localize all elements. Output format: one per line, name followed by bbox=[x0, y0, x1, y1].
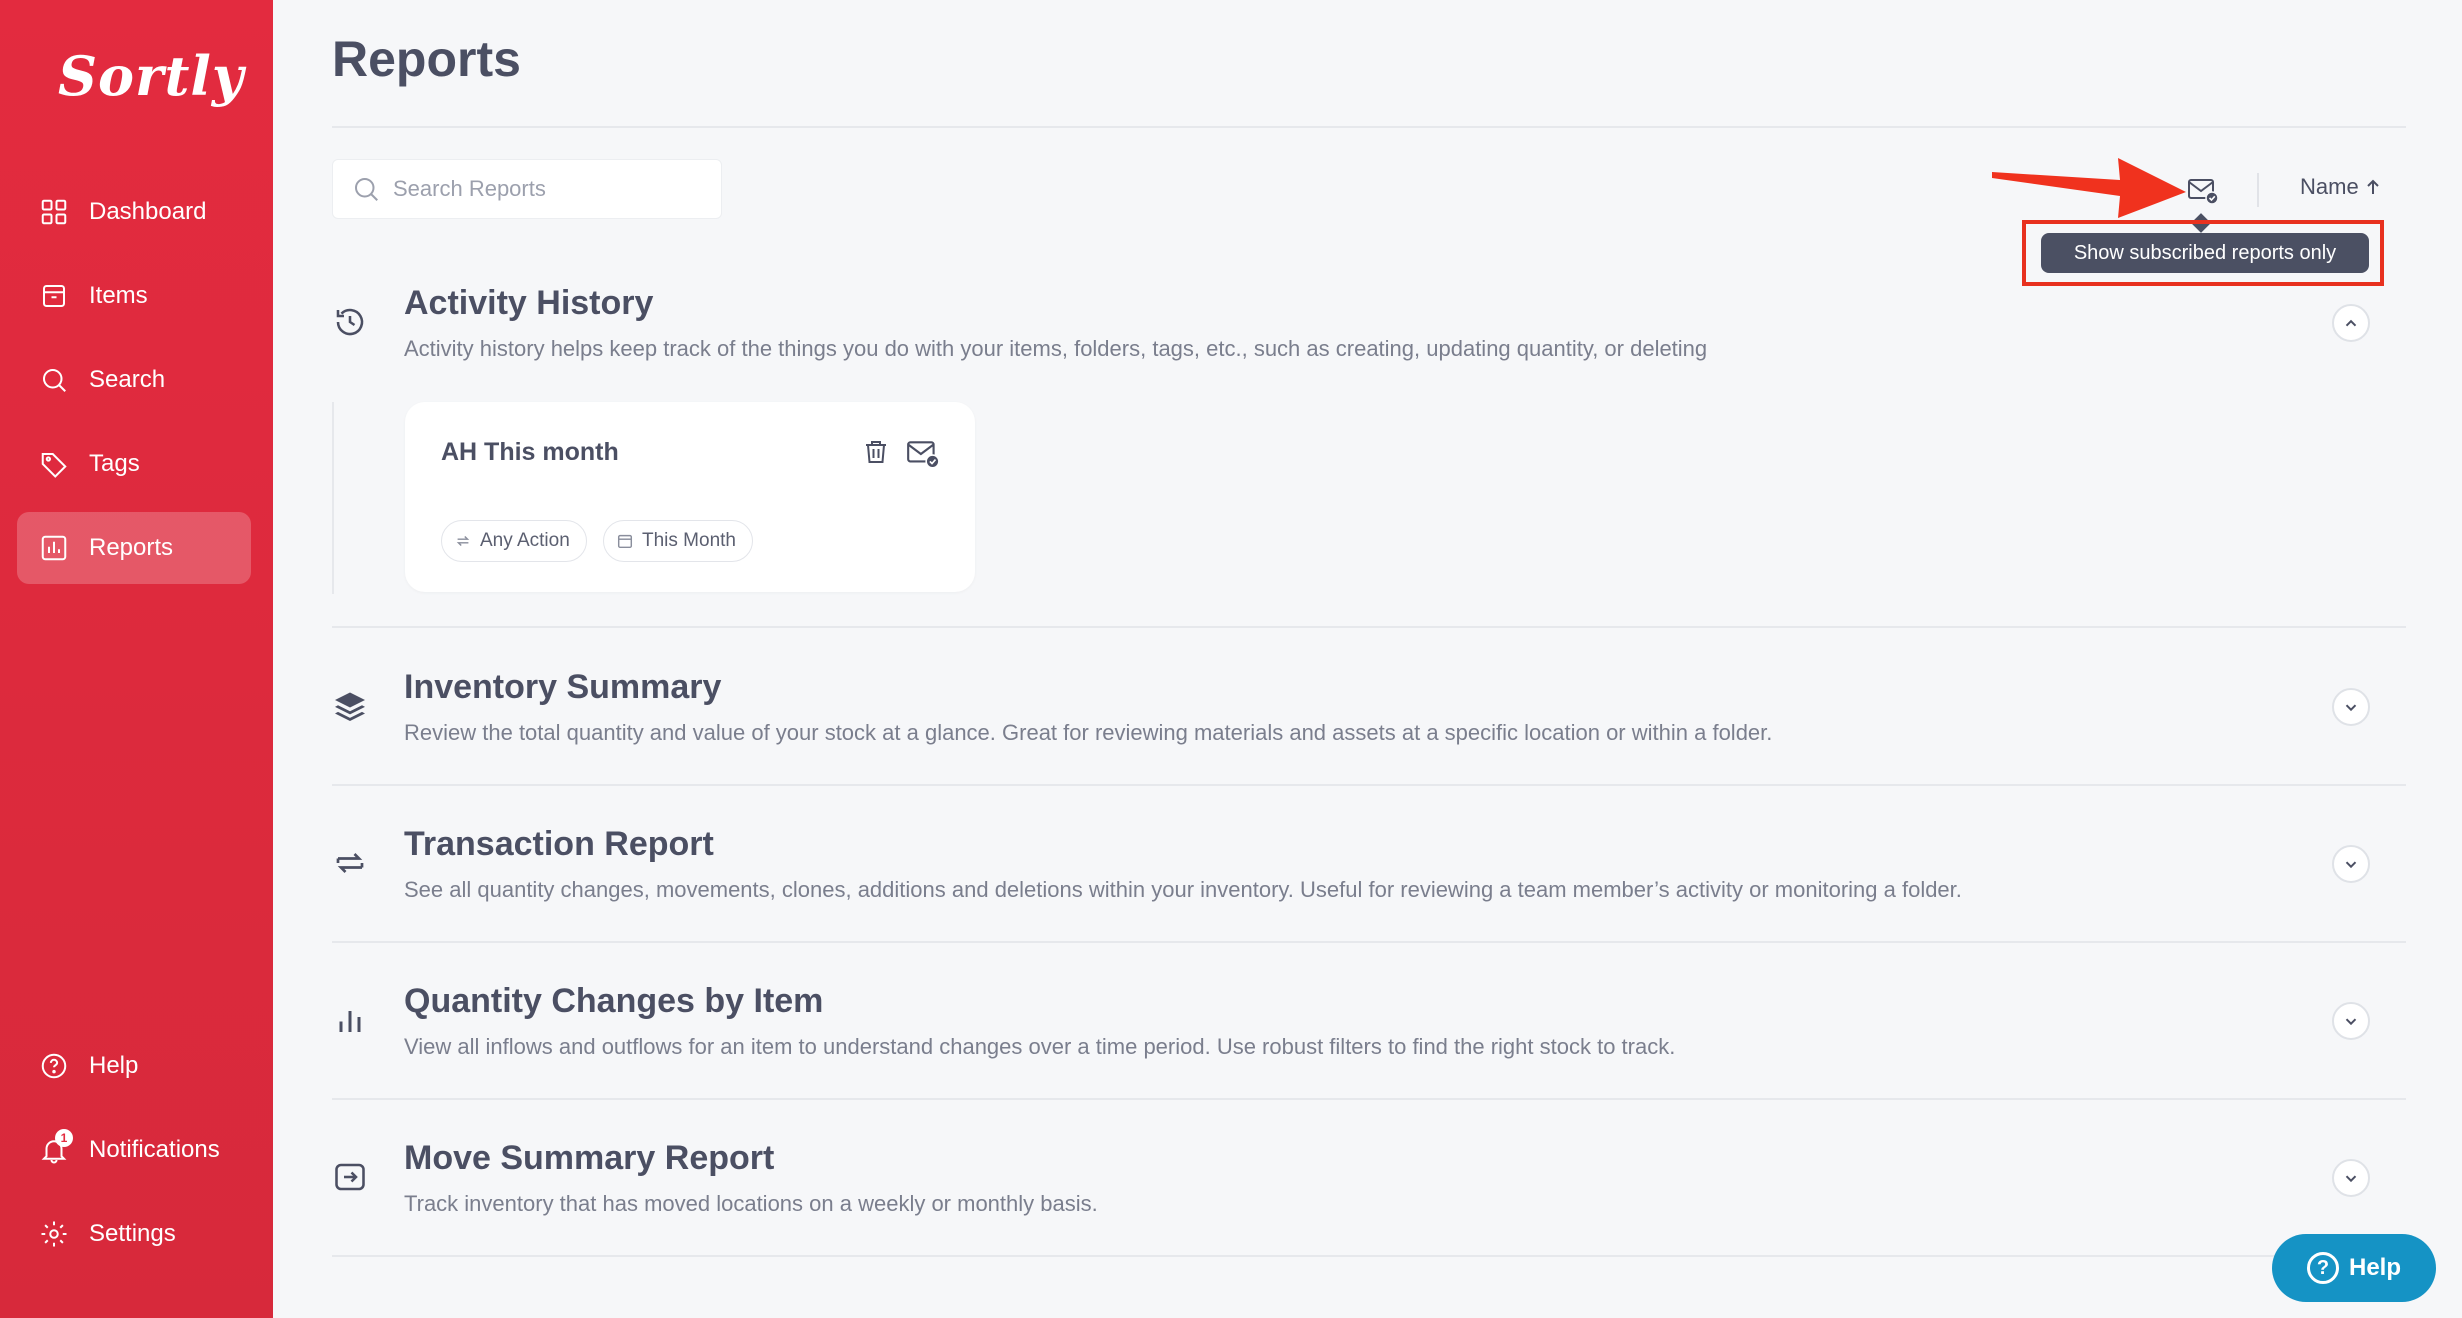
chip-label: Any Action bbox=[480, 530, 570, 551]
section-title: Transaction Report bbox=[404, 825, 714, 863]
items-icon bbox=[37, 279, 71, 313]
sidebar-item-label: Dashboard bbox=[89, 198, 207, 225]
sidebar-item-label: Reports bbox=[89, 534, 174, 561]
chevron-down-icon bbox=[2345, 1175, 2357, 1183]
sidebar-item-search[interactable]: Search bbox=[17, 344, 251, 416]
sidebar-item-items[interactable]: Items bbox=[17, 260, 251, 332]
search-icon bbox=[355, 178, 378, 201]
layers-icon bbox=[332, 688, 372, 728]
chip-label: This Month bbox=[642, 530, 736, 551]
sidebar-item-label: Settings bbox=[89, 1220, 176, 1247]
expand-button[interactable] bbox=[2332, 845, 2370, 883]
dashboard-icon bbox=[37, 195, 71, 229]
sidebar-item-label: Help bbox=[89, 1052, 139, 1079]
question-icon: ? bbox=[2306, 1252, 2339, 1284]
repeat-icon bbox=[456, 535, 470, 547]
sortly-logo[interactable]: Sortly bbox=[58, 44, 244, 108]
gear-icon bbox=[37, 1217, 71, 1251]
section-description: See all quantity changes, movements, clo… bbox=[404, 877, 1962, 902]
section-title: Inventory Summary bbox=[404, 668, 722, 706]
bar-chart-icon bbox=[332, 1002, 372, 1042]
section-description: Activity history helps keep track of the… bbox=[404, 336, 1708, 361]
search-icon bbox=[37, 363, 71, 397]
trash-icon[interactable] bbox=[860, 436, 892, 468]
sidebar-item-label: Notifications bbox=[89, 1136, 220, 1163]
annotation-highlight-box: Show subscribed reports only bbox=[2022, 220, 2384, 286]
section-divider bbox=[332, 1255, 2406, 1257]
sidebar-item-settings[interactable]: Settings bbox=[17, 1198, 251, 1270]
sidebar-item-help[interactable]: Help bbox=[17, 1030, 251, 1102]
section-guide-line bbox=[332, 402, 334, 594]
sort-by-name-button[interactable]: Name bbox=[2300, 174, 2383, 200]
search-input[interactable] bbox=[393, 176, 693, 202]
sidebar-item-tags[interactable]: Tags bbox=[17, 428, 251, 500]
section-divider bbox=[332, 626, 2406, 628]
chevron-down-icon bbox=[2345, 861, 2357, 869]
section-title: Activity History bbox=[404, 284, 654, 322]
section-divider bbox=[332, 1098, 2406, 1100]
history-icon bbox=[332, 304, 372, 344]
chevron-up-icon bbox=[2345, 319, 2357, 327]
subscribed-filter-button[interactable] bbox=[2186, 174, 2220, 208]
sidebar-item-dashboard[interactable]: Dashboard bbox=[17, 176, 251, 248]
sidebar-item-reports[interactable]: Reports bbox=[17, 512, 251, 584]
sidebar-item-notifications[interactable]: 1 Notifications bbox=[17, 1114, 251, 1186]
calendar-icon bbox=[617, 534, 633, 549]
reports-icon bbox=[37, 531, 71, 565]
report-title: AH This month bbox=[441, 438, 619, 466]
sidebar-item-label: Items bbox=[89, 282, 148, 309]
filter-chip-action: Any Action bbox=[441, 520, 587, 562]
search-box bbox=[332, 159, 722, 219]
sidebar-item-label: Tags bbox=[89, 450, 140, 477]
section-description: Review the total quantity and value of y… bbox=[404, 720, 1773, 745]
arrow-up-icon bbox=[2366, 179, 2379, 194]
help-widget-button[interactable]: ? Help bbox=[2272, 1234, 2436, 1302]
page-title: Reports bbox=[332, 31, 521, 87]
sidebar: Sortly Dashboard Items Search Tags Repor… bbox=[0, 0, 273, 1318]
subscribe-mail-icon[interactable] bbox=[905, 436, 941, 472]
collapse-button[interactable] bbox=[2332, 304, 2370, 342]
section-divider bbox=[332, 941, 2406, 943]
sidebar-item-label: Search bbox=[89, 366, 166, 393]
section-divider bbox=[332, 784, 2406, 786]
tag-icon bbox=[37, 447, 71, 481]
sort-label: Name bbox=[2300, 174, 2359, 199]
section-title: Move Summary Report bbox=[404, 1139, 775, 1177]
chevron-down-icon bbox=[2345, 1018, 2357, 1026]
title-divider bbox=[332, 126, 2406, 128]
chevron-down-icon bbox=[2345, 704, 2357, 712]
help-icon bbox=[37, 1049, 71, 1083]
annotation-arrow bbox=[1992, 158, 2186, 218]
expand-button[interactable] bbox=[2332, 1002, 2370, 1040]
section-description: View all inflows and outflows for an ite… bbox=[404, 1034, 1676, 1059]
move-folder-icon bbox=[332, 1159, 372, 1199]
filter-chip-date: This Month bbox=[603, 520, 753, 562]
report-card[interactable]: AH This month Any Action This Month bbox=[405, 402, 975, 592]
toolbar-separator bbox=[2257, 173, 2259, 207]
mail-check-icon bbox=[2188, 179, 2219, 205]
expand-button[interactable] bbox=[2332, 688, 2370, 726]
expand-button[interactable] bbox=[2332, 1159, 2370, 1197]
bell-icon: 1 bbox=[37, 1129, 73, 1167]
section-title: Quantity Changes by Item bbox=[404, 982, 824, 1020]
section-description: Track inventory that has moved locations… bbox=[404, 1191, 1098, 1216]
tooltip: Show subscribed reports only bbox=[2041, 233, 2369, 273]
notification-badge: 1 bbox=[55, 1129, 73, 1147]
help-widget-label: Help bbox=[2348, 1254, 2401, 1281]
transfer-icon bbox=[332, 845, 372, 885]
